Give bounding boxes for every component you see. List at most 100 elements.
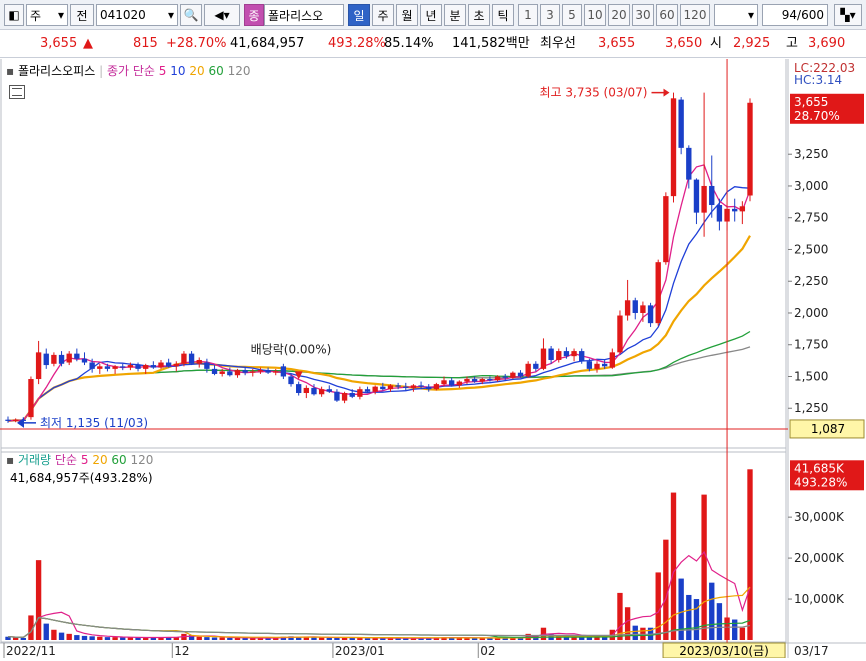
volume-y-tick-label: 10,000K [794, 592, 845, 606]
candle-body [410, 385, 417, 388]
price-change: 815 [133, 36, 158, 51]
ma-line-5 [7, 164, 751, 422]
interval-5-button[interactable]: 5 [562, 4, 582, 26]
legend-marker-icon: ▪ [6, 64, 15, 78]
current-price-label: 3,655 [794, 95, 828, 109]
interval-20-button[interactable]: 20 [608, 4, 630, 26]
price-legend: ▪ 폴라리스오피스 | 종가 단순 5 10 20 60 120 [6, 64, 251, 78]
candle-body [517, 372, 524, 377]
speaker-icon[interactable]: ◀▾ [204, 4, 240, 26]
candle-body [112, 366, 118, 369]
high-arrowhead-icon [663, 88, 670, 97]
search-icon[interactable]: 🔍 [180, 4, 202, 26]
candle-body [104, 366, 111, 369]
period-week-button[interactable]: 주 [372, 4, 394, 26]
chart-area[interactable]: 3,250 3,000 2,750 2,500 2,250 2,000 1,750 1,500… [0, 56, 866, 659]
candle-body [525, 363, 531, 377]
volume-y-tick-label: 30,000K [794, 510, 845, 524]
market-select[interactable]: 주 ▾ [26, 4, 68, 26]
volume-bar [43, 623, 49, 640]
candle-body [188, 353, 195, 364]
hc-label: HC:3.14 [794, 73, 842, 87]
volume-value: 41,684,957 [230, 36, 305, 51]
price-y-tick-label: 2,250 [794, 274, 828, 288]
candle-body [35, 352, 42, 380]
current-pct-label: 28.70% [794, 109, 840, 123]
period-label: 주 [377, 8, 389, 23]
legend-marker-icon: ▪ [6, 453, 15, 467]
legend-volume-name: 거래량 [17, 453, 52, 467]
jeon-button[interactable]: 전 [70, 4, 94, 26]
volume-bar [204, 637, 210, 640]
volume-bar [318, 637, 325, 640]
candle-body [510, 372, 516, 378]
x-axis-label: 02 [480, 644, 495, 658]
volume-bar [693, 599, 700, 640]
period-day-button[interactable]: 일 [348, 4, 370, 26]
stock-code-input[interactable]: 041020 ▾ [96, 4, 178, 26]
stock-name-value: 폴라리스오 [268, 8, 324, 23]
interval-120-button[interactable]: 120 [680, 4, 710, 26]
candle-body [640, 305, 646, 313]
current-price: 3,655 [40, 36, 78, 51]
quote-bar: 3,655 ▲ 815 +28.70% 41,684,957 493.28% 8… [0, 30, 866, 58]
chart-settings-icon[interactable]: ▚▾ [834, 4, 862, 26]
volume-bar [732, 619, 738, 640]
interval-3-button[interactable]: 3 [540, 4, 560, 26]
volume-bar [35, 560, 42, 640]
candle-body [5, 419, 11, 421]
candle-body [120, 366, 126, 368]
candle-body [318, 389, 325, 395]
candle-body [494, 376, 501, 381]
candle-body [716, 205, 723, 222]
period-label: 초 [473, 8, 485, 23]
stock-badge-label: 종 [248, 8, 260, 23]
candle-body [601, 363, 608, 367]
interval-custom-select[interactable]: ▾ [714, 4, 758, 26]
volume-bar [196, 636, 202, 640]
volume-bar [709, 582, 715, 640]
price-chart-svg[interactable]: 3,250 3,000 2,750 2,500 2,250 2,000 1,750 1,500… [0, 56, 866, 659]
candle-body [372, 386, 378, 392]
candle-body [158, 362, 164, 368]
candle-body [28, 379, 34, 418]
candle-body [701, 185, 707, 213]
period-second-button[interactable]: 초 [468, 4, 490, 26]
chevron-down-icon: ▾ [57, 8, 64, 22]
interval-60-button[interactable]: 60 [656, 4, 678, 26]
volume-bar [89, 636, 95, 640]
open-price: 2,925 [733, 36, 771, 51]
volume-bar [747, 469, 753, 640]
candle-body [341, 393, 348, 401]
interval-30-button[interactable]: 30 [632, 4, 654, 26]
count-input[interactable]: 94/600 [762, 4, 828, 26]
candle-body [747, 102, 753, 196]
period-year-button[interactable]: 년 [420, 4, 442, 26]
candle-body [540, 348, 547, 369]
volume-bar [357, 637, 363, 640]
interval-10-button[interactable]: 10 [584, 4, 606, 26]
legend-ma5: 5 [158, 64, 167, 78]
market-value: 주 [30, 8, 42, 23]
period-minute-button[interactable]: 분 [444, 4, 466, 26]
interval-1-button[interactable]: 1 [518, 4, 538, 26]
price-y-tick-label: 2,000 [794, 306, 828, 320]
candle-body [181, 353, 187, 364]
candle-body [441, 380, 447, 385]
period-tick-button[interactable]: 틱 [492, 4, 514, 26]
ma-line-60 [7, 330, 751, 422]
volume-bar [74, 635, 80, 640]
chart-menu-icon[interactable]: ◧ [4, 4, 24, 26]
stock-name-field[interactable]: 폴라리스오 [264, 4, 344, 26]
interval-label: 1 [524, 8, 532, 22]
candle-body [471, 379, 478, 382]
candle-body [81, 358, 88, 363]
candle-body [663, 196, 669, 263]
candle-body [150, 365, 157, 368]
candle-body [686, 147, 692, 180]
candle-body [609, 352, 615, 368]
period-month-button[interactable]: 월 [396, 4, 418, 26]
candle-body [257, 370, 264, 372]
grid-table-icon[interactable] [9, 85, 25, 99]
candle-body [479, 379, 485, 382]
